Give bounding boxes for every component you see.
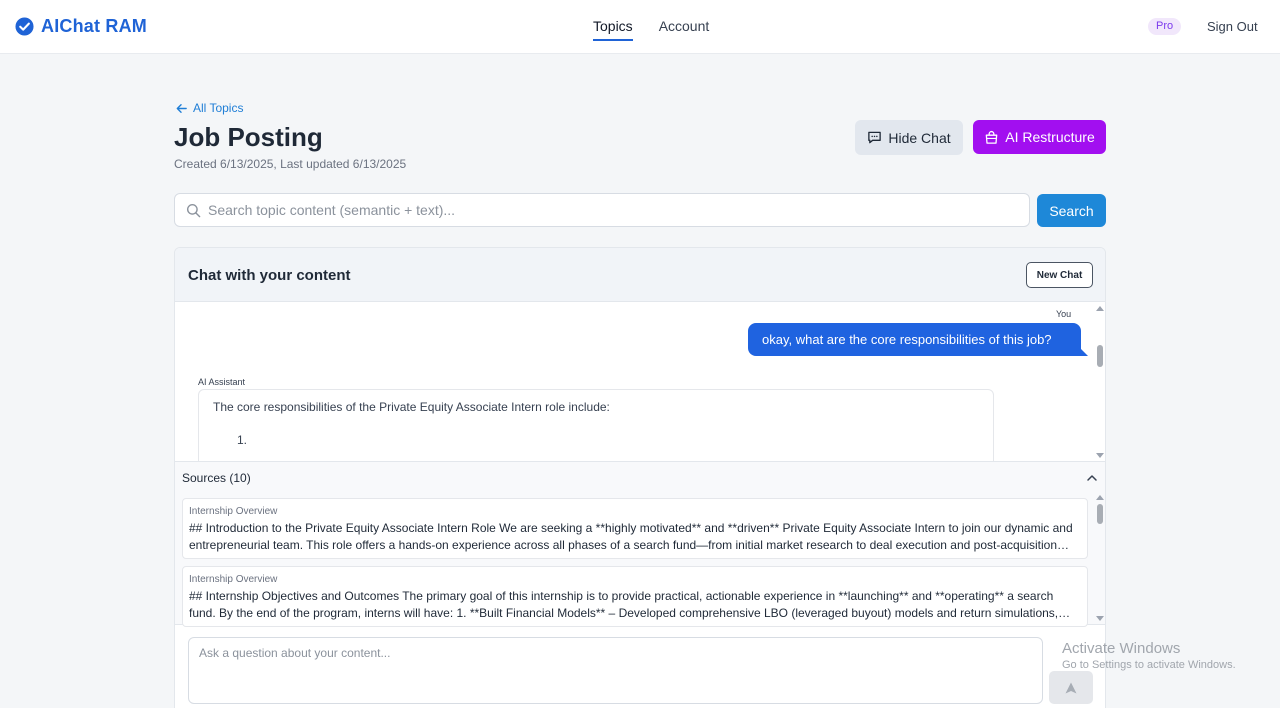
arrow-left-icon <box>176 103 187 113</box>
ask-question-box <box>188 637 1043 704</box>
main-nav: Topics Account <box>593 18 709 41</box>
source-card[interactable]: Internship Overview ## Introduction to t… <box>182 498 1088 559</box>
assistant-role-label: AI Assistant <box>198 377 246 387</box>
pro-badge: Pro <box>1148 18 1182 35</box>
assistant-list-marker: 1. <box>237 433 248 447</box>
top-navbar: AIChat RAM Topics Account Pro Sign Out <box>0 0 1280 54</box>
send-arrow-icon <box>1065 682 1077 693</box>
ask-question-input[interactable] <box>199 646 1029 696</box>
back-to-all-topics-link[interactable]: All Topics <box>175 101 243 115</box>
scroll-up-arrow-icon[interactable] <box>1096 306 1104 311</box>
ai-restructure-button[interactable]: AI Restructure <box>973 120 1106 154</box>
nav-topics[interactable]: Topics <box>593 18 633 41</box>
page-meta-dates: Created 6/13/2025, Last updated 6/13/202… <box>174 157 407 171</box>
sign-out-link[interactable]: Sign Out <box>1207 19 1258 34</box>
source-excerpt: ## Introduction to the Private Equity As… <box>189 521 1073 552</box>
search-button[interactable]: Search <box>1037 194 1106 227</box>
watermark-title: Activate Windows <box>1062 640 1181 657</box>
assistant-message-bubble: The core responsibilities of the Private… <box>198 389 994 461</box>
windows-activation-watermark: Activate Windows Go to Settings to activ… <box>1062 640 1236 671</box>
assistant-message-text: The core responsibilities of the Private… <box>213 400 610 414</box>
new-chat-button[interactable]: New Chat <box>1026 262 1093 288</box>
check-circle-icon <box>15 17 34 36</box>
brand-logo[interactable]: AIChat RAM <box>15 16 147 37</box>
sources-title[interactable]: Sources (10) <box>182 471 251 485</box>
scroll-down-arrow-icon[interactable] <box>1096 453 1104 458</box>
chat-header: Chat with your content New Chat <box>175 248 1105 302</box>
topic-search-input[interactable] <box>208 194 1018 226</box>
user-role-label: You <box>1056 309 1072 319</box>
chat-title: Chat with your content <box>188 267 351 284</box>
message-square-icon <box>868 131 882 144</box>
source-excerpt: ## Internship Objectives and Outcomes Th… <box>189 589 1059 620</box>
messages-scrollbar[interactable] <box>1095 303 1105 461</box>
shopping-bag-icon <box>985 130 998 144</box>
back-link-label: All Topics <box>193 101 244 115</box>
watermark-subtitle: Go to Settings to activate Windows. <box>1062 659 1236 671</box>
scrollbar-thumb[interactable] <box>1097 345 1103 367</box>
hide-chat-label: Hide Chat <box>888 129 951 146</box>
search-icon <box>186 203 201 218</box>
nav-account[interactable]: Account <box>659 18 710 41</box>
source-card[interactable]: Internship Overview ## Internship Object… <box>182 566 1088 627</box>
scrollbar-thumb[interactable] <box>1097 504 1103 524</box>
page-title: Job Posting <box>174 122 323 152</box>
chat-messages: You okay, what are the core responsibili… <box>175 303 1105 461</box>
source-heading: Internship Overview <box>189 574 278 585</box>
sources-scrollbar[interactable] <box>1095 492 1105 624</box>
ai-restructure-label: AI Restructure <box>1005 129 1095 145</box>
brand-name: AIChat RAM <box>41 16 147 36</box>
scroll-down-arrow-icon[interactable] <box>1096 616 1104 621</box>
scroll-up-arrow-icon[interactable] <box>1096 495 1104 500</box>
source-heading: Internship Overview <box>189 506 278 517</box>
hide-chat-button[interactable]: Hide Chat <box>855 120 963 155</box>
chat-panel: Chat with your content New Chat You okay… <box>174 247 1106 708</box>
sources-panel: Sources (10) Internship Overview ## Intr… <box>175 461 1105 627</box>
send-button[interactable] <box>1049 671 1093 704</box>
topic-search-box <box>174 193 1030 227</box>
chevron-up-icon[interactable] <box>1086 472 1098 484</box>
user-message-bubble: okay, what are the core responsibilities… <box>748 323 1088 356</box>
